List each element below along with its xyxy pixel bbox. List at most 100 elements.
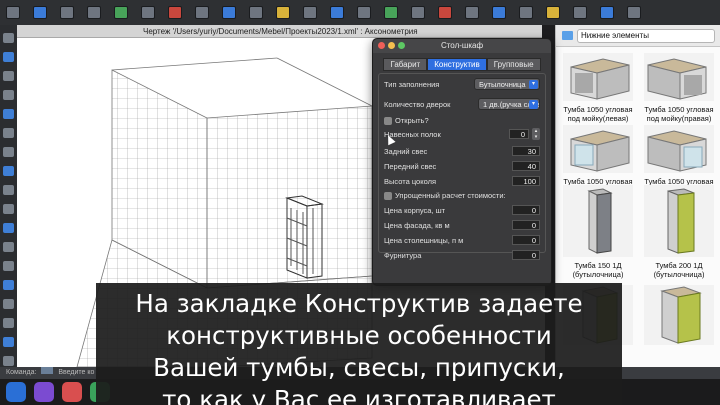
export-icon[interactable]: [600, 6, 614, 19]
hardware-label: Фурнитура: [384, 251, 422, 260]
caption-line: то как у Вас ее изготавливает: [162, 385, 556, 405]
finder-icon[interactable]: [6, 382, 26, 402]
fill-type-select[interactable]: Бутылочница ▾: [474, 78, 540, 90]
caption-line: На закладке Конструктив задаете: [135, 289, 583, 318]
caption-line: Вашей тумбы, свесы, припуски,: [153, 353, 565, 382]
command-input[interactable]: Введите ко: [58, 369, 94, 376]
tab-konstruktiv[interactable]: Конструктив: [427, 58, 487, 71]
undo-icon[interactable]: [114, 6, 128, 19]
delete-icon[interactable]: [168, 6, 182, 19]
cabinet-properties-dialog: Стол-шкаф Габарит Конструктив Групповые …: [372, 38, 552, 286]
trim-tool-icon[interactable]: [3, 318, 14, 328]
help-icon[interactable]: [627, 6, 641, 19]
move-icon[interactable]: [195, 6, 209, 19]
line-tool-icon[interactable]: [3, 52, 14, 62]
facade-price-label: Цена фасада, кв м: [384, 221, 450, 230]
mirror-tool-icon[interactable]: [3, 299, 14, 309]
dimension-tool-icon[interactable]: [3, 147, 14, 157]
minimize-icon[interactable]: [388, 42, 395, 49]
text-tool-icon[interactable]: [3, 128, 14, 138]
door-count-label: Количество дверок: [384, 100, 451, 109]
catalog-item[interactable]: Тумба 1050 угловая под мойку(левая): [558, 53, 638, 123]
catalog-item[interactable]: Тумба 200 1Д (бутылочница): [639, 185, 719, 279]
cabinet-tool-icon[interactable]: [3, 223, 14, 233]
cabinet-thumbnail: [563, 125, 633, 173]
hatch-tool-icon[interactable]: [3, 261, 14, 271]
cabinet-thumbnail: [563, 185, 633, 257]
catalog-item-label: Тумба 1050 угловая под мойку(правая): [644, 105, 714, 123]
simplified-cost-checkbox[interactable]: [384, 192, 392, 200]
settings-icon[interactable]: [411, 6, 425, 19]
app-icon[interactable]: [62, 382, 82, 402]
material-icon[interactable]: [519, 6, 533, 19]
konstruktiv-panel: Тип заполнения Бутылочница ▾ Количество д…: [378, 73, 546, 260]
top-price-input[interactable]: 0: [512, 235, 540, 245]
report-icon[interactable]: [438, 6, 452, 19]
folder-icon[interactable]: [562, 31, 573, 40]
catalog-item-label: Тумба 200 1Д (бутылочница): [653, 261, 705, 279]
cabinet-thumbnail: [563, 53, 633, 101]
cabinet-thumbnail: [644, 125, 714, 173]
dialog-title: Стол-шкаф: [440, 41, 484, 50]
catalog-item[interactable]: [639, 285, 719, 349]
catalog-item[interactable]: Тумба 150 1Д (бутылочница): [558, 185, 638, 279]
catalog-item[interactable]: Тумба 1050 угловая под мойку(правая): [639, 53, 719, 123]
catalog-header: Нижние элементы: [556, 25, 720, 47]
erase-tool-icon[interactable]: [3, 356, 14, 366]
camera-icon[interactable]: [573, 6, 587, 19]
back-overhang-input[interactable]: 30: [512, 146, 540, 156]
render-icon[interactable]: [384, 6, 398, 19]
launchpad-icon[interactable]: [34, 382, 54, 402]
facade-price-input[interactable]: 0: [512, 220, 540, 230]
grid-icon[interactable]: [465, 6, 479, 19]
tab-gruppovye[interactable]: Групповые: [486, 58, 541, 71]
shelves-input[interactable]: 0: [509, 129, 529, 139]
light-icon[interactable]: [546, 6, 560, 19]
print-icon[interactable]: [87, 6, 101, 19]
tab-gabarit[interactable]: Габарит: [383, 58, 428, 71]
arc-tool-icon[interactable]: [3, 109, 14, 119]
command-label: Команда:: [6, 369, 37, 376]
close-icon[interactable]: [378, 42, 385, 49]
plinth-height-input[interactable]: 100: [512, 176, 540, 186]
front-overhang-input[interactable]: 40: [512, 161, 540, 171]
shelves-stepper[interactable]: ▴ ▾: [532, 128, 540, 140]
fill-type-label: Тип заполнения: [384, 80, 440, 89]
hardware-input[interactable]: 0: [512, 250, 540, 260]
layers-icon[interactable]: [357, 6, 371, 19]
door-tool-icon[interactable]: [3, 185, 14, 195]
plinth-height-label: Высота цоколя: [384, 177, 437, 186]
redo-icon[interactable]: [141, 6, 155, 19]
caption-line: конструктивные особенности: [166, 321, 552, 350]
open-file-icon[interactable]: [33, 6, 47, 19]
zoom-icon[interactable]: [303, 6, 317, 19]
left-toolbar: [0, 25, 17, 367]
open-checkbox[interactable]: [384, 117, 392, 125]
catalog-item-label: Тумба 1050 угловая под мойку(левая): [563, 105, 633, 123]
dialog-tabs: Габарит Конструктив Групповые: [373, 58, 551, 71]
cabinet-thumbnail: [644, 53, 714, 101]
view-3d-icon[interactable]: [330, 6, 344, 19]
top-price-label: Цена столешницы, п м: [384, 236, 464, 245]
panel-tool-icon[interactable]: [3, 242, 14, 252]
door-count-select[interactable]: 1 дв.(ручка слева)▾: [478, 98, 540, 110]
new-file-icon[interactable]: [6, 6, 20, 19]
circle-tool-icon[interactable]: [3, 90, 14, 100]
save-icon[interactable]: [60, 6, 74, 19]
document-title: Чертеж '/Users/yuriy/Documents/Mebel/Про…: [17, 25, 542, 38]
select-tool-icon[interactable]: [3, 33, 14, 43]
subtitle-caption: На закладке Конструктив задаете конструк…: [96, 283, 622, 405]
window-tool-icon[interactable]: [3, 204, 14, 214]
rect-tool-icon[interactable]: [3, 71, 14, 81]
copy-icon[interactable]: [249, 6, 263, 19]
zoom-icon[interactable]: [398, 42, 405, 49]
rotate-icon[interactable]: [222, 6, 236, 19]
measure-icon[interactable]: [276, 6, 290, 19]
array-tool-icon[interactable]: [3, 280, 14, 290]
catalog-category-select[interactable]: Нижние элементы: [577, 28, 715, 43]
wall-tool-icon[interactable]: [3, 166, 14, 176]
catalog-item-label: Тумба 150 1Д (бутылочница): [572, 261, 624, 279]
snap-tool-icon[interactable]: [3, 337, 14, 347]
cut-icon[interactable]: [492, 6, 506, 19]
body-price-input[interactable]: 0: [512, 205, 540, 215]
